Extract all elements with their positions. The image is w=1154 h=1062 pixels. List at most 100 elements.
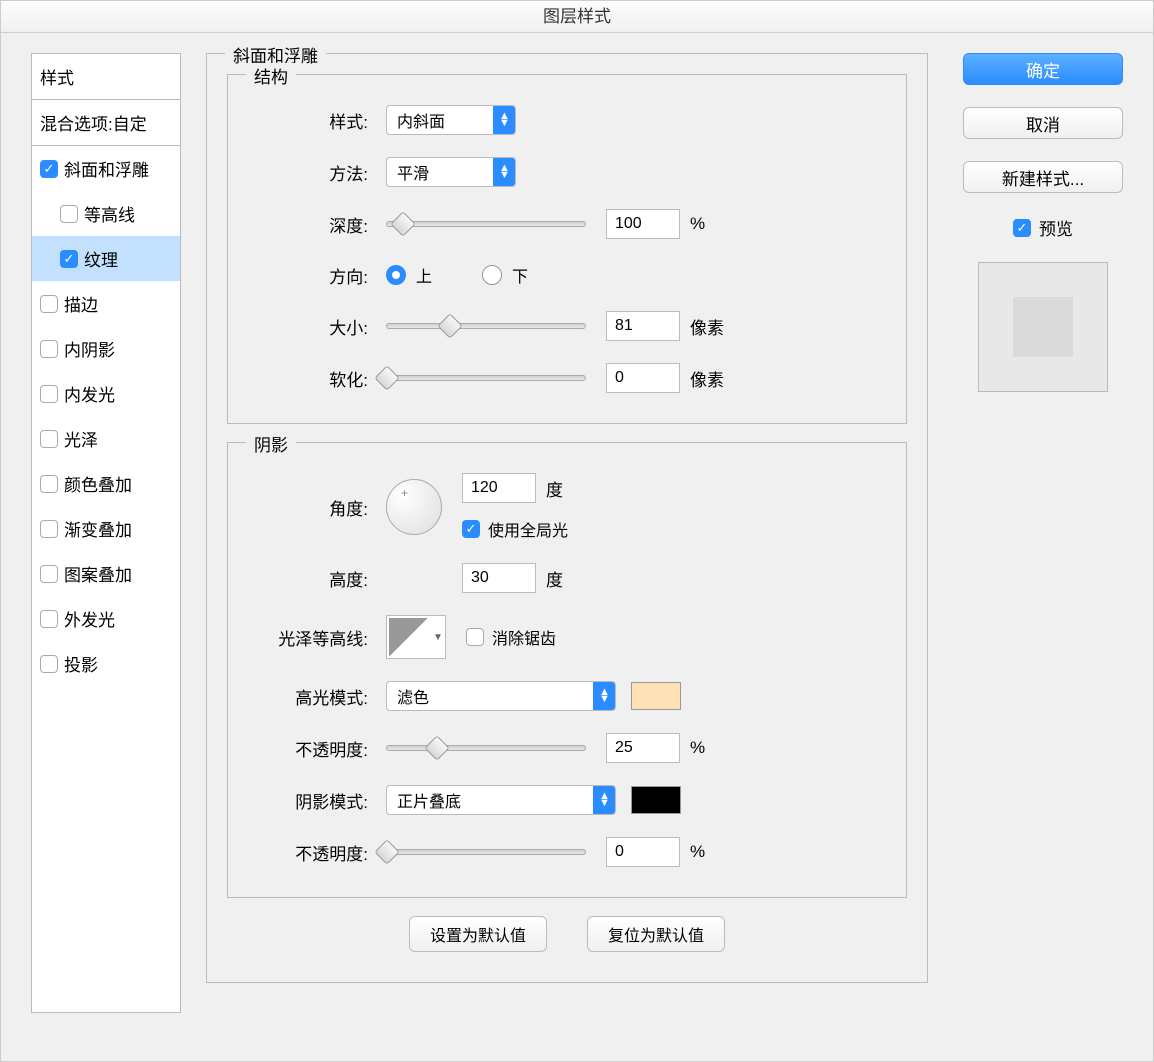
titlebar: 图层样式 (1, 1, 1153, 33)
checkbox-icon[interactable]: ✓ (40, 160, 58, 178)
altitude-label: 高度: (248, 566, 368, 591)
shadow-opacity-input[interactable]: 0 (606, 837, 680, 867)
sidebar-item[interactable]: 颜色叠加 (32, 461, 180, 506)
sidebar-item[interactable]: 投影 (32, 641, 180, 686)
sidebar-item-label: 描边 (64, 291, 98, 316)
global-light-label: 使用全局光 (488, 517, 568, 541)
direction-down-radio[interactable] (482, 265, 502, 285)
styles-sidebar: 样式 混合选项:自定 ✓ 斜面和浮雕等高线 ✓纹理描边内阴影内发光光泽颜色叠加渐变叠… (31, 53, 181, 1013)
antialias-checkbox[interactable] (466, 628, 484, 646)
checkbox-icon[interactable] (40, 385, 58, 403)
angle-dial[interactable] (386, 479, 442, 535)
structure-legend: 结构 (246, 63, 296, 88)
shadow-mode-select[interactable]: 正片叠底 ▲▼ (386, 785, 616, 815)
size-label: 大小: (248, 314, 368, 339)
direction-label: 方向: (248, 263, 368, 288)
right-panel: 确定 取消 新建样式... ✓ 预览 (953, 53, 1133, 1041)
shadow-color-swatch[interactable] (631, 786, 681, 814)
new-style-button[interactable]: 新建样式... (963, 161, 1123, 193)
ok-button[interactable]: 确定 (963, 53, 1123, 85)
sidebar-item-label: 投影 (64, 651, 98, 676)
slider-thumb[interactable] (374, 839, 399, 864)
checkbox-icon[interactable] (40, 430, 58, 448)
highlight-mode-select[interactable]: 滤色 ▲▼ (386, 681, 616, 711)
sidebar-item-label: 渐变叠加 (64, 516, 132, 541)
shadow-opacity-slider[interactable] (386, 849, 586, 855)
size-input[interactable]: 81 (606, 311, 680, 341)
checkbox-icon[interactable] (40, 655, 58, 673)
highlight-color-swatch[interactable] (631, 682, 681, 710)
checkbox-icon[interactable] (40, 520, 58, 538)
preview-checkbox[interactable]: ✓ (1013, 219, 1031, 237)
size-unit: 像素 (690, 314, 724, 339)
angle-input[interactable]: 120 (462, 473, 536, 503)
altitude-unit: 度 (546, 566, 563, 591)
structure-group: 结构 样式: 内斜面 ▲▼ 方法: 平滑 ▲▼ (227, 74, 907, 424)
slider-thumb[interactable] (424, 735, 449, 760)
soften-slider[interactable] (386, 375, 586, 381)
sidebar-item[interactable]: 图案叠加 (32, 551, 180, 596)
layer-style-dialog: 图层样式 样式 混合选项:自定 ✓ 斜面和浮雕等高线 ✓纹理描边内阴影内发光光泽颜色… (0, 0, 1154, 1062)
chevron-updown-icon: ▲▼ (493, 158, 515, 186)
style-select[interactable]: 内斜面 ▲▼ (386, 105, 516, 135)
highlight-opacity-input[interactable]: 25 (606, 733, 680, 763)
sidebar-item[interactable]: ✓纹理 (32, 236, 180, 281)
preview-thumbnail (978, 262, 1108, 392)
sidebar-item[interactable]: ✓ 斜面和浮雕 (32, 146, 180, 191)
depth-input[interactable]: 100 (606, 209, 680, 239)
sidebar-item[interactable]: 光泽 (32, 416, 180, 461)
checkbox-icon[interactable] (40, 295, 58, 313)
sidebar-item-label: 颜色叠加 (64, 471, 132, 496)
soften-input[interactable]: 0 (606, 363, 680, 393)
main-panel: 斜面和浮雕 结构 样式: 内斜面 ▲▼ 方法: 平滑 (206, 53, 928, 1041)
gloss-contour-picker[interactable]: ▼ (386, 615, 446, 659)
dialog-content: 样式 混合选项:自定 ✓ 斜面和浮雕等高线 ✓纹理描边内阴影内发光光泽颜色叠加渐变叠… (1, 33, 1153, 1061)
checkbox-icon[interactable] (40, 565, 58, 583)
checkbox-icon[interactable]: ✓ (60, 250, 78, 268)
size-slider[interactable] (386, 323, 586, 329)
sidebar-item-label: 外发光 (64, 606, 115, 631)
checkbox-icon[interactable] (40, 340, 58, 358)
slider-thumb[interactable] (390, 211, 415, 236)
chevron-updown-icon: ▲▼ (593, 682, 615, 710)
sidebar-item[interactable]: 渐变叠加 (32, 506, 180, 551)
slider-thumb[interactable] (374, 365, 399, 390)
style-label: 样式: (248, 108, 368, 133)
technique-select[interactable]: 平滑 ▲▼ (386, 157, 516, 187)
preview-label: 预览 (1039, 215, 1073, 240)
sidebar-item[interactable]: 等高线 (32, 191, 180, 236)
angle-unit: 度 (546, 476, 563, 501)
sidebar-header: 样式 (32, 54, 180, 100)
cancel-button[interactable]: 取消 (963, 107, 1123, 139)
reset-default-button[interactable]: 复位为默认值 (587, 916, 725, 952)
depth-slider[interactable] (386, 221, 586, 227)
sidebar-blend-options[interactable]: 混合选项:自定 (32, 100, 180, 146)
sidebar-item[interactable]: 内发光 (32, 371, 180, 416)
checkbox-icon[interactable] (40, 475, 58, 493)
checkbox-icon[interactable] (40, 610, 58, 628)
highlight-opacity-slider[interactable] (386, 745, 586, 751)
shadow-opacity-label: 不透明度: (248, 840, 368, 865)
depth-label: 深度: (248, 212, 368, 237)
sidebar-item-label: 斜面和浮雕 (64, 156, 149, 181)
sidebar-item-label: 内发光 (64, 381, 115, 406)
soften-unit: 像素 (690, 366, 724, 391)
checkbox-icon[interactable] (60, 205, 78, 223)
direction-up-radio[interactable] (386, 265, 406, 285)
sidebar-item-label: 图案叠加 (64, 561, 132, 586)
chevron-down-icon: ▼ (433, 632, 443, 643)
sidebar-item[interactable]: 描边 (32, 281, 180, 326)
sidebar-item-label: 等高线 (84, 201, 135, 226)
shadow-opacity-unit: % (690, 842, 705, 862)
direction-down-label: 下 (512, 263, 528, 287)
slider-thumb[interactable] (438, 313, 463, 338)
make-default-button[interactable]: 设置为默认值 (409, 916, 547, 952)
preview-inner-icon (1013, 297, 1073, 357)
altitude-input[interactable]: 30 (462, 563, 536, 593)
global-light-checkbox[interactable]: ✓ (462, 520, 480, 538)
sidebar-item-label: 光泽 (64, 426, 98, 451)
sidebar-item[interactable]: 内阴影 (32, 326, 180, 371)
bevel-group: 斜面和浮雕 结构 样式: 内斜面 ▲▼ 方法: 平滑 (206, 53, 928, 983)
chevron-updown-icon: ▲▼ (493, 106, 515, 134)
sidebar-item[interactable]: 外发光 (32, 596, 180, 641)
